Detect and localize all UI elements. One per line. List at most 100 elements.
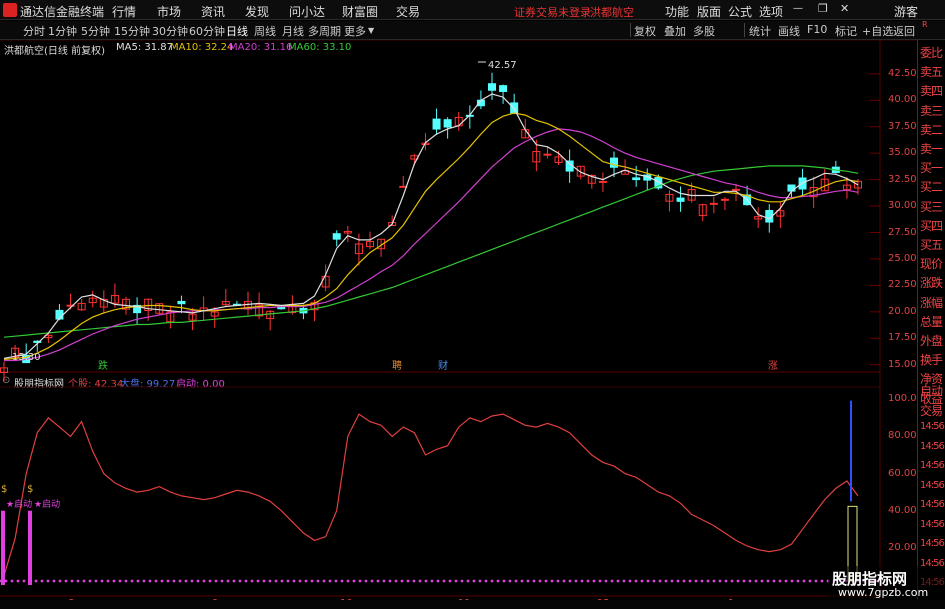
toolbar-f10-button[interactable]: F10	[807, 23, 827, 36]
baseline-dot	[448, 579, 452, 583]
menu-item-news[interactable]: 资讯	[201, 3, 225, 20]
toolbar-adjust-button[interactable]: 复权	[634, 23, 656, 39]
side-panel-time: 14:56	[920, 421, 945, 432]
toolbar-overlay-button[interactable]: 叠加	[664, 23, 686, 39]
period-tab-multi[interactable]: 多周期	[308, 23, 341, 39]
baseline-dot	[814, 579, 818, 583]
menu-item-trade[interactable]: 交易	[396, 3, 420, 20]
user-label[interactable]: 游客	[894, 3, 918, 20]
candle-body	[499, 85, 508, 92]
baseline-dot	[16, 579, 20, 583]
side-panel-label[interactable]: 委比	[920, 44, 943, 61]
baseline-dot	[166, 579, 170, 583]
baseline-dot	[712, 579, 716, 583]
restore-icon[interactable]: ❐	[818, 2, 828, 15]
toolbar-draw-button[interactable]: 画线	[778, 23, 800, 39]
baseline-dot	[298, 579, 302, 583]
side-panel-label[interactable]: 买二	[920, 178, 943, 195]
baseline-dot	[616, 579, 620, 583]
period-tab-daily[interactable]: 日线	[226, 23, 248, 39]
period-tab-weekly[interactable]: 周线	[254, 23, 276, 39]
toolbar-multi-stock-button[interactable]: 多股	[693, 23, 715, 39]
period-tab-1min[interactable]: 1分钟	[48, 23, 77, 39]
side-panel-label[interactable]: 外盘	[920, 332, 943, 349]
side-panel-label[interactable]: 卖二	[920, 121, 943, 138]
toolbar-stats-button[interactable]: 统计	[749, 23, 771, 39]
baseline-dot	[706, 579, 710, 583]
period-tab-30min[interactable]: 30分钟	[152, 23, 188, 39]
side-panel-label[interactable]: 涨跌	[920, 274, 943, 291]
event-mark: 涨	[768, 360, 778, 372]
side-panel-label[interactable]: 卖一	[920, 140, 943, 157]
menu-item-options[interactable]: 选项	[759, 3, 783, 20]
kline-chart[interactable]: 42.5715.30跌聘财涨★启动 ★启动$ $	[0, 40, 917, 600]
menu-item-discover[interactable]: 发现	[245, 3, 269, 20]
baseline-dot	[334, 579, 338, 583]
baseline-dot	[238, 579, 242, 583]
baseline-dot	[256, 579, 260, 583]
menu-item-assistant[interactable]: 问小达	[289, 3, 325, 20]
watermark: 股朋指标网 www.7gpzb.com	[828, 566, 945, 600]
baseline-dot	[64, 579, 68, 583]
baseline-dot	[490, 579, 494, 583]
menu-item-formula[interactable]: 公式	[728, 3, 752, 20]
watermark-line2: www.7gpzb.com	[838, 586, 929, 599]
baseline-dot	[190, 579, 194, 583]
period-tab-15min[interactable]: 15分钟	[114, 23, 150, 39]
menu-item-quotes[interactable]: 行情	[112, 3, 136, 20]
login-notice[interactable]: 证券交易未登录	[514, 4, 591, 20]
menu-item-market[interactable]: 市场	[157, 3, 181, 20]
baseline-dot	[724, 579, 728, 583]
indicator-axis-label: 40.00	[888, 504, 917, 516]
baseline-dot	[352, 579, 356, 583]
baseline-dot	[748, 579, 752, 583]
menu-item-function[interactable]: 功能	[665, 3, 689, 20]
baseline-dot	[670, 579, 674, 583]
side-panel-label[interactable]: 卖四	[920, 82, 943, 99]
side-panel-label[interactable]: 买四	[920, 217, 943, 234]
baseline-dot	[514, 579, 518, 583]
period-tab-intraday[interactable]: 分时	[23, 23, 45, 39]
baseline-dot	[280, 579, 284, 583]
baseline-dot	[556, 579, 560, 583]
ma20-line	[4, 128, 859, 362]
side-panel-label[interactable]: 现价	[920, 255, 943, 272]
side-panel-label[interactable]: 换手	[920, 351, 943, 368]
side-panel-label[interactable]: 卖三	[920, 102, 943, 119]
period-tab-60min[interactable]: 60分钟	[189, 23, 225, 39]
side-panel-label[interactable]: 涨幅	[920, 294, 943, 311]
ma5-line	[3, 93, 859, 359]
baseline-dot	[208, 579, 212, 583]
high-price-label: 42.57	[488, 60, 517, 71]
period-tab-monthly[interactable]: 月线	[282, 23, 304, 39]
period-tab-more[interactable]: 更多	[344, 23, 366, 39]
baseline-dot	[220, 579, 224, 583]
baseline-dot	[622, 579, 626, 583]
side-panel-label[interactable]: 总量	[920, 313, 943, 330]
baseline-dot	[754, 579, 758, 583]
baseline-dot	[730, 579, 734, 583]
baseline-dot	[652, 579, 656, 583]
menu-item-wealth[interactable]: 财富圈	[342, 3, 378, 20]
menu-item-layout[interactable]: 版面	[697, 3, 721, 20]
baseline-dot	[778, 579, 782, 583]
minimize-icon[interactable]: —	[793, 3, 803, 14]
close-window-icon[interactable]: ✕	[840, 2, 849, 15]
toolbar-mark-button[interactable]: 标记	[835, 23, 857, 39]
period-tab-5min[interactable]: 5分钟	[81, 23, 110, 39]
ma10-line	[3, 112, 859, 360]
side-panel-label[interactable]: 买五	[920, 236, 943, 253]
side-panel-time: 14:56	[920, 499, 945, 510]
toolbar-back-button[interactable]: 返回	[893, 23, 915, 39]
side-panel-label[interactable]: 买一	[920, 159, 943, 176]
more-dropdown-icon[interactable]: ▼	[368, 26, 374, 35]
toolbar-add-watchlist-button[interactable]: +自选	[862, 23, 893, 39]
baseline-dot	[394, 579, 398, 583]
candle-body	[543, 153, 552, 156]
price-axis-label: 27.50	[888, 226, 917, 238]
side-panel-label[interactable]: 买三	[920, 198, 943, 215]
candle-body	[632, 177, 641, 181]
baseline-dot	[70, 579, 74, 583]
side-panel-label[interactable]: 卖五	[920, 63, 943, 80]
side-panel-time: 14:56	[920, 518, 945, 530]
